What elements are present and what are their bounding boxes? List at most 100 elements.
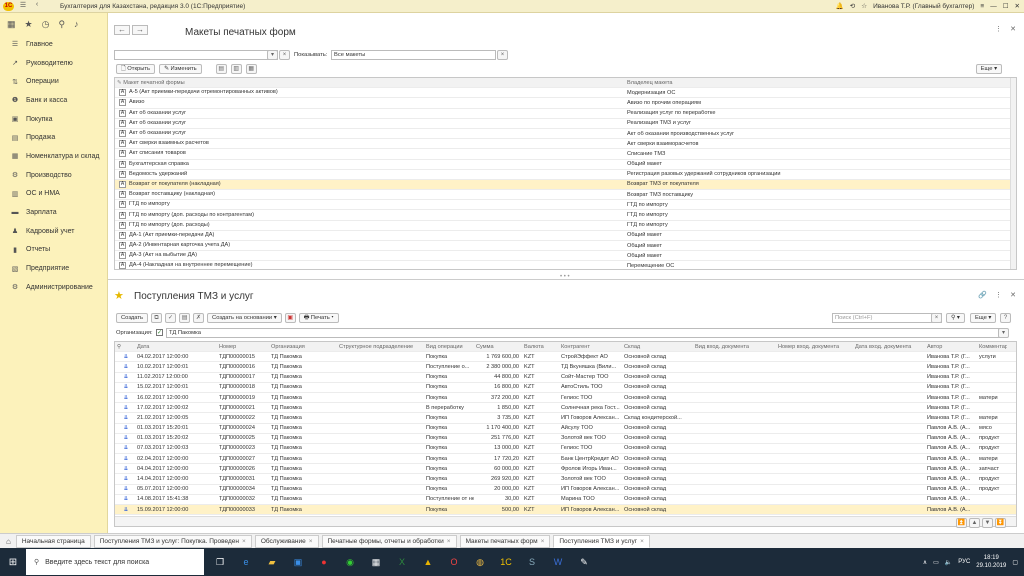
org-dropdown-icon[interactable]: ▾ [998,328,1009,338]
window-tab[interactable]: Печатные формы, отчеты и обработки × [321,534,457,548]
window-tab[interactable]: Начальная страница [15,534,91,548]
more-vert-icon[interactable]: ⋮ [995,291,1002,299]
app-icon[interactable]: ◉ [340,552,360,572]
apps-grid-icon[interactable]: ▦ [7,19,16,30]
table-row[interactable]: A А-5 (Акт приемки-передачи отремонтирова… [115,88,1016,99]
template-icon-2[interactable]: ▥ [230,64,242,74]
clock[interactable]: 18:19 29.10.2019 [976,554,1006,570]
search-button[interactable]: ⚲ ▾ [946,313,965,323]
search-input[interactable]: Поиск (Ctrl+F) [832,313,942,323]
user-name[interactable]: Иванова Т.Р. (Главный бухгалтер) [873,3,974,10]
word-icon[interactable]: W [548,552,568,572]
filter-input[interactable] [114,50,278,60]
sidebar-item[interactable]: ▧ Предприятие [0,259,107,278]
column-header[interactable]: Комментарий [977,344,1007,350]
back-button[interactable]: ← [114,25,130,35]
table-row[interactable]: A Акт сверки взаимных расчетов Акт сверки … [115,139,1016,150]
table-row[interactable]: A Бухгалтерская справка Общий макет [115,160,1016,170]
close-icon[interactable]: ✕ [1010,25,1016,33]
table-row[interactable]: A Акт об оказании услуг Реализация услуг п… [115,109,1016,119]
history-icon[interactable]: ⟲ [850,2,855,10]
sidebar-item[interactable]: ⇅ Операции [0,72,107,91]
template-icon-3[interactable]: ▦ [245,64,257,74]
sidebar-item[interactable]: ♟ Кадровый учет [0,222,107,241]
store-icon[interactable]: ▣ [288,552,308,572]
opera-icon[interactable]: O [444,552,464,572]
history-icon[interactable]: ◷ [42,19,50,30]
link-icon[interactable]: 🔗 [978,291,987,299]
column-header[interactable]: Номер [217,344,269,350]
table-row[interactable]: ⇊ 14.04.2017 12:00:00 ТДП00000031 ТД Пакомк… [115,474,1016,485]
filter-clear-icon[interactable]: × [279,50,290,60]
table-row[interactable]: ⇊ 15.09.2017 12:00:00 ТДП00000033 ТД Пакомк… [115,505,1016,516]
window-tab[interactable]: Макеты печатных форм × [459,534,551,548]
filter-dropdown-icon[interactable]: ▾ [267,50,278,60]
table-row[interactable]: ⇊ 17.02.2017 12:00:02 ТДП00000021 ТД Пакомк… [115,403,1016,414]
table-row[interactable]: ⇊ 05.07.2017 12:00:00 ТДП00000034 ТД Пакомк… [115,485,1016,495]
maximize-icon[interactable]: ☐ [1003,2,1009,10]
tab-close-icon[interactable]: × [447,536,451,547]
excel-icon[interactable]: X [392,552,412,572]
sidebar-item[interactable]: ▬ Зарплата [0,203,107,222]
sidebar-item[interactable]: ↗ Руководителю [0,54,107,73]
task-view-icon[interactable]: ❐ [210,552,230,572]
table-row[interactable]: ⇊ 10.02.2017 12:00:01 ТДП00000016 ТД Пакомк… [115,362,1016,373]
table-row[interactable]: ⇊ 02.04.2017 12:00:00 ТДП00000027 ТД Пакомк… [115,454,1016,465]
table-row[interactable]: A Возврат от покупателя (накладная) Возвра… [115,179,1016,191]
tab-close-icon[interactable]: × [640,536,644,547]
create-based-on-button[interactable]: Создать на основании ▾ [207,313,282,323]
tab-close-icon[interactable]: × [309,536,313,547]
table-row[interactable]: ⇊ 01.03.2017 15:20:01 ТДП00000024 ТД Пакомк… [115,424,1016,434]
favorites-icon[interactable]: ★ [25,19,33,30]
table-row[interactable]: ⇊ 07.03.2017 12:00:03 ТДП00000023 ТД Пакомк… [115,444,1016,455]
search-clear-icon[interactable]: × [931,313,942,323]
windows-start-icon[interactable]: ⊞ [0,548,26,576]
search-icon[interactable]: ⚲ [58,19,65,30]
column-header[interactable]: Структурное подразделение [337,344,424,350]
files-icon[interactable]: ▲ [418,552,438,572]
volume-icon[interactable]: 🔈 [945,559,952,566]
tab-close-icon[interactable]: × [541,536,545,547]
taskbar-search[interactable]: ⚲ Введите здесь текст для поиска [26,549,204,575]
table-row[interactable]: ⇊ 04.04.2017 12:00:00 ТДП00000026 ТД Пакомк… [115,464,1016,475]
unpost-icon[interactable]: ✗ [193,313,205,323]
favorite-star-icon[interactable]: ★ [114,289,124,302]
notifications-icon[interactable]: ▢ [1012,559,1018,566]
column-header[interactable]: Дата вход. документа [853,344,925,350]
table-row[interactable]: ⇊ 16.02.2017 12:00:00 ТДП00000019 ТД Пакомк… [115,393,1016,404]
sidebar-item[interactable]: ▮ Отчеты [0,241,107,260]
close-icon[interactable]: ✕ [1010,291,1016,299]
menu-icon[interactable]: ☰ [18,1,28,11]
column-header[interactable]: Склад [622,344,693,350]
list-icon[interactable]: ▤ [179,313,191,323]
sidebar-item[interactable]: ⚙ Администрирование [0,278,107,297]
template-icon-1[interactable]: ▤ [215,64,227,74]
close-icon[interactable]: ✕ [1015,2,1020,10]
home-icon[interactable]: ⌂ [6,537,11,546]
scroll-down-icon[interactable]: ▼ [982,518,993,528]
scroll-last-icon[interactable]: ⏬ [995,518,1006,528]
org-filter-checkbox[interactable]: ✓ [156,329,163,336]
vertical-scrollbar[interactable] [1010,78,1016,269]
sidebar-item[interactable]: ▣ Покупка [0,110,107,129]
paint-icon[interactable]: ✎ [574,552,594,572]
column-header[interactable]: Вид операции [424,344,474,350]
sidebar-item[interactable]: ⚙ Производство [0,166,107,185]
sidebar-item[interactable]: ▦ Номенклатура и склад [0,147,107,166]
sidebar-item[interactable]: ☰ Главное [0,35,107,54]
table-row[interactable]: A Авизо Авизо по прочим операциям [115,98,1016,109]
table-row[interactable]: A Акт списания товаров Списание ТМЗ [115,149,1016,160]
scroll-up-icon[interactable]: ▲ [969,518,980,528]
table-row[interactable]: A ГТД по импорту (доп. расходы) ГТД по имп… [115,221,1016,231]
table-row[interactable]: ⇊ 15.02.2017 12:00:01 ТДП00000018 ТД Пакомк… [115,383,1016,393]
scroll-first-icon[interactable]: ⏫ [956,518,967,528]
more-vert-icon[interactable]: ⋮ [995,25,1002,33]
tray-arrow-icon[interactable]: ∧ [923,559,927,566]
network-icon[interactable]: ▭ [933,559,939,566]
print-button[interactable]: 🖶 Печать ▾ [298,313,339,323]
table-row[interactable]: A ГТД по импорту (доп. расходы по контраг… [115,210,1016,221]
window-tab[interactable]: Поступления ТМЗ и услуг × [553,534,650,548]
column-header[interactable]: Контрагент [559,344,622,350]
column-header[interactable]: Владелец макета [625,80,1005,86]
window-tab[interactable]: Обслуживание × [254,534,319,548]
